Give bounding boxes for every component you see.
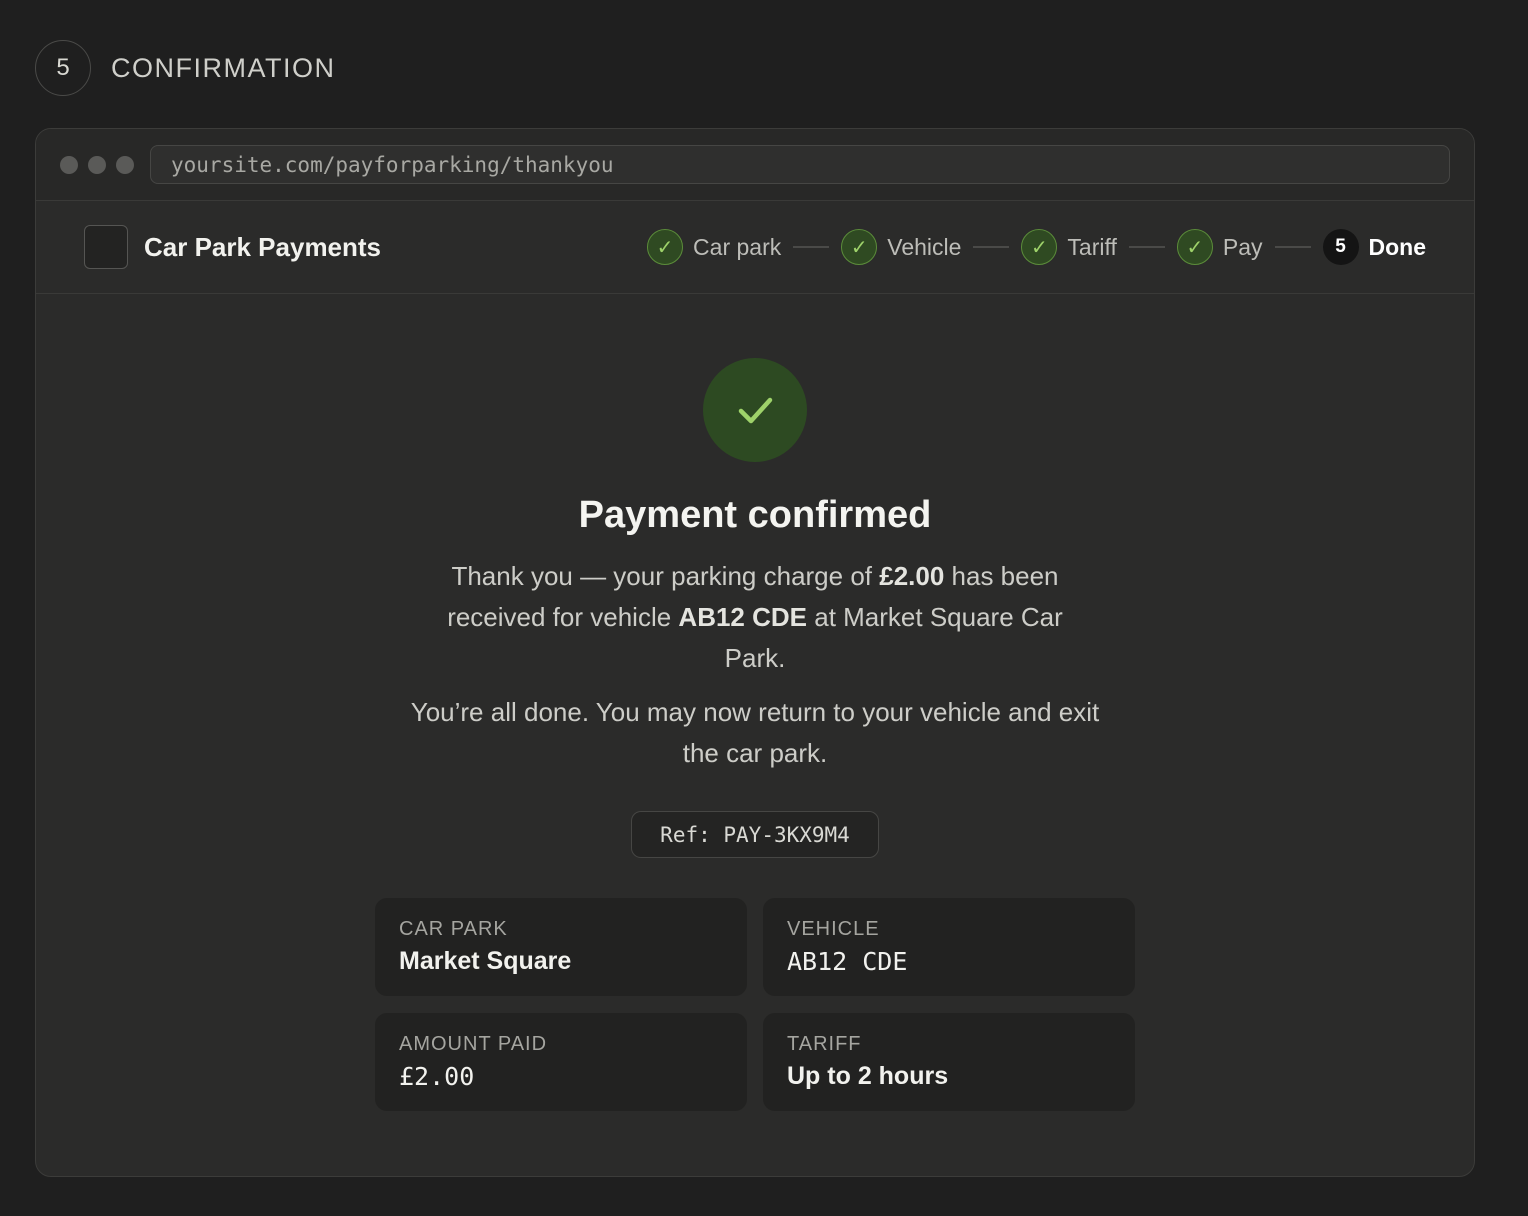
progress-step-label: Vehicle — [887, 233, 962, 260]
browser-toolbar: yoursite.com/payforparking/thankyou — [36, 129, 1474, 201]
success-check-icon — [703, 358, 807, 462]
check-icon: ✓ — [1021, 229, 1058, 265]
summary-value: Up to 2 hours — [787, 1062, 949, 1090]
progress-step-label: Car park — [693, 233, 782, 260]
app-header: Car Park Payments ✓ Car park ✓ Vehicle ✓… — [36, 201, 1474, 294]
progress-step-pay[interactable]: ✓ Pay — [1176, 229, 1263, 265]
brand[interactable]: Car Park Payments — [84, 225, 381, 269]
check-icon: ✓ — [841, 229, 878, 265]
logo-placeholder-icon — [84, 225, 128, 269]
progress-step-car-park[interactable]: ✓ Car park — [647, 229, 781, 265]
window-dot-minimize[interactable] — [88, 155, 106, 174]
progress-step-label: Tariff — [1067, 233, 1117, 260]
summary-value: £2.00 — [399, 1062, 475, 1091]
progress-step-label: Done — [1368, 233, 1427, 260]
progress-step-tariff[interactable]: ✓ Tariff — [1021, 229, 1117, 265]
progress-stepper: ✓ Car park ✓ Vehicle ✓ Tariff ✓ Pay 5 Do… — [647, 229, 1426, 265]
address-bar[interactable]: yoursite.com/payforparking/thankyou — [150, 145, 1450, 184]
check-icon: ✓ — [647, 229, 684, 265]
amount-highlight: £2.00 — [879, 561, 945, 591]
summary-card-vehicle: VEHICLE AB12 CDE — [763, 898, 1135, 996]
window-dot-close[interactable] — [60, 155, 78, 174]
vehicle-highlight: AB12 CDE — [678, 602, 808, 632]
progress-connector — [1128, 246, 1165, 248]
summary-card-tariff: TARIFF Up to 2 hours — [763, 1013, 1135, 1111]
summary-label: TARIFF — [787, 1033, 862, 1055]
summary-label: VEHICLE — [787, 918, 880, 940]
summary-value: Market Square — [399, 947, 572, 975]
section-header: 5 CONFIRMATION — [35, 40, 335, 96]
summary-value: AB12 CDE — [787, 947, 908, 976]
step-number-badge: 5 — [35, 40, 91, 96]
section-title: CONFIRMATION — [111, 52, 336, 83]
summary-card-car-park: CAR PARK Market Square — [375, 898, 747, 996]
page-title: Payment confirmed — [578, 494, 932, 536]
progress-connector — [973, 246, 1010, 248]
window-dot-maximize[interactable] — [116, 155, 134, 174]
progress-step-vehicle[interactable]: ✓ Vehicle — [841, 229, 961, 265]
progress-connector — [1274, 246, 1311, 248]
current-step-number: 5 — [1322, 229, 1359, 265]
summary-label: AMOUNT PAID — [399, 1033, 548, 1055]
browser-window: yoursite.com/payforparking/thankyou Car … — [35, 128, 1475, 1177]
summary-card-amount-paid: AMOUNT PAID £2.00 — [375, 1013, 747, 1111]
progress-step-label: Pay — [1222, 233, 1263, 260]
window-controls — [60, 155, 134, 174]
app-name: Car Park Payments — [144, 231, 382, 262]
summary-label: CAR PARK — [399, 918, 508, 940]
followup-message: You’re all done. You may now return to y… — [410, 697, 1100, 768]
check-icon — [738, 397, 773, 424]
confirmation-panel: Payment confirmed Thank you — your parki… — [36, 294, 1474, 1176]
check-icon: ✓ — [1176, 229, 1213, 265]
summary-grid: CAR PARK Market Square VEHICLE AB12 CDE … — [375, 898, 1135, 1111]
progress-connector — [793, 246, 830, 248]
confirmation-message: Thank you — your parking charge of £2.00… — [416, 556, 1094, 679]
message-text: Thank you — your parking charge of — [451, 561, 880, 591]
payment-reference[interactable]: Ref: PAY-3KX9M4 — [631, 811, 879, 858]
progress-step-done: 5 Done — [1322, 229, 1427, 265]
